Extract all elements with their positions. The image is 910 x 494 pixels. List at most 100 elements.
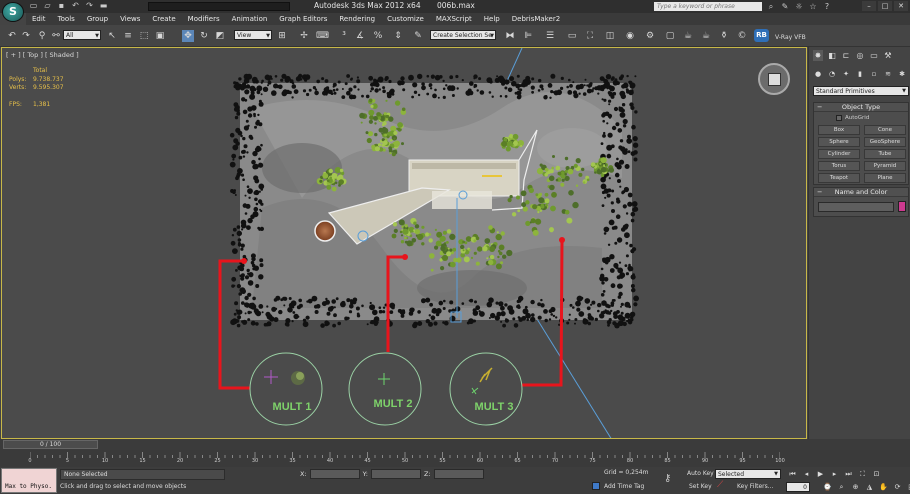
maximize-viewport-icon[interactable]: ◰ bbox=[906, 482, 910, 492]
menu-edit[interactable]: Edit bbox=[26, 13, 52, 25]
communication-icon[interactable]: ☼ bbox=[794, 1, 804, 12]
menu-rendering[interactable]: Rendering bbox=[333, 13, 381, 25]
rb-button[interactable]: RB bbox=[754, 29, 769, 42]
z-field[interactable] bbox=[433, 469, 484, 479]
viewcube-face[interactable] bbox=[768, 73, 781, 86]
object-name-field[interactable] bbox=[818, 202, 894, 212]
schematic-view-icon[interactable]: ◫ bbox=[604, 30, 616, 42]
redo-icon[interactable]: ↷ bbox=[20, 30, 32, 42]
workspace-field[interactable] bbox=[148, 2, 290, 11]
helpers-icon[interactable]: ▫ bbox=[869, 69, 879, 79]
track-bar[interactable]: 0 5 10 15 20 25 30 35 40 45 50 55 60 65 70 75 80 85 90 95 10… bbox=[0, 450, 910, 467]
y-field[interactable] bbox=[370, 469, 421, 479]
reference-coordinate-dropdown[interactable]: View ▼ bbox=[234, 30, 272, 40]
search-input[interactable]: Type a keyword or phrase bbox=[654, 2, 762, 11]
lights-icon[interactable]: ✦ bbox=[841, 69, 851, 79]
render-iterative-icon[interactable]: ☕ bbox=[700, 30, 712, 42]
menu-modifiers[interactable]: Modifiers bbox=[182, 13, 226, 25]
new-file-icon[interactable]: ▭ bbox=[28, 1, 39, 11]
create-tab-icon[interactable]: ✸ bbox=[813, 50, 823, 61]
auto-key-button[interactable]: Auto Key bbox=[687, 470, 714, 477]
keyboard-shortcut-icon[interactable]: ⌨ bbox=[316, 30, 329, 42]
menu-graph-editors[interactable]: Graph Editors bbox=[273, 13, 333, 25]
next-frame-icon[interactable]: ▸ bbox=[829, 469, 840, 479]
display-tab-icon[interactable]: ▭ bbox=[869, 50, 879, 61]
mult-group-3[interactable] bbox=[449, 352, 523, 426]
teapot-render-icon[interactable]: ⚱ bbox=[718, 30, 730, 42]
motion-tab-icon[interactable]: ◎ bbox=[855, 50, 865, 61]
primitive-teapot-button[interactable]: Teapot bbox=[818, 173, 860, 183]
undo-icon[interactable]: ↶ bbox=[6, 30, 18, 42]
space-warps-icon[interactable]: ≋ bbox=[883, 69, 893, 79]
go-to-start-icon[interactable]: ⏮ bbox=[787, 469, 798, 479]
primitive-cone-button[interactable]: Cone bbox=[864, 125, 906, 135]
time-tag-icon[interactable] bbox=[592, 482, 600, 490]
time-config-icon[interactable]: ⌚ bbox=[822, 482, 833, 492]
previous-frame-icon[interactable]: ◂ bbox=[801, 469, 812, 479]
menu-maxscript[interactable]: MAXScript bbox=[430, 13, 478, 25]
autogrid-check[interactable] bbox=[836, 115, 842, 121]
select-manipulate-icon[interactable]: ✢ bbox=[298, 30, 310, 42]
name-color-header[interactable]: − Name and Color bbox=[814, 188, 908, 197]
orbit-icon[interactable]: ⟳ bbox=[892, 482, 903, 492]
rendered-frame-window-icon[interactable]: ▢ bbox=[664, 30, 676, 42]
top-viewport[interactable]: MULT 1 MULT 2 MULT 3 [ + ] [ Top ] [ Sha… bbox=[1, 47, 807, 439]
primitive-pyramid-button[interactable]: Pyramid bbox=[864, 161, 906, 171]
save-file-icon[interactable]: ▪ bbox=[56, 1, 67, 11]
select-by-name-icon[interactable]: ≡ bbox=[122, 30, 134, 42]
mult-group-2[interactable] bbox=[348, 352, 422, 426]
object-color-swatch[interactable] bbox=[898, 201, 906, 212]
material-editor-icon[interactable]: ◉ bbox=[624, 30, 636, 42]
primitive-torus-button[interactable]: Torus bbox=[818, 161, 860, 171]
rectangular-selection-icon[interactable]: ⬚ bbox=[138, 30, 150, 42]
go-to-end-icon[interactable]: ⏭ bbox=[843, 469, 854, 479]
menu-views[interactable]: Views bbox=[114, 13, 146, 25]
mirror-icon[interactable]: ⧓ bbox=[504, 30, 516, 42]
modify-tab-icon[interactable]: ◧ bbox=[827, 50, 837, 61]
angle-snap-icon[interactable]: ∡ bbox=[354, 30, 366, 42]
time-slider-thumb[interactable]: 0 / 100 bbox=[3, 440, 98, 449]
open-file-icon[interactable]: ▱ bbox=[42, 1, 53, 11]
viewport-label-menu[interactable]: [ + ] [ Top ] [ Shaded ] bbox=[6, 51, 79, 59]
primitive-plane-button[interactable]: Plane bbox=[864, 173, 906, 183]
percent-snap-icon[interactable]: % bbox=[372, 30, 384, 42]
shapes-icon[interactable]: ◔ bbox=[827, 69, 837, 79]
set-key-button[interactable]: Set Key bbox=[689, 483, 712, 490]
primitive-type-dropdown[interactable]: Standard Primitives ▼ bbox=[813, 86, 909, 96]
select-object-icon[interactable]: ↖ bbox=[106, 30, 118, 42]
primitive-tube-button[interactable]: Tube bbox=[864, 149, 906, 159]
scene-canvas[interactable]: MULT 1 MULT 2 MULT 3 bbox=[2, 48, 807, 439]
viewcube[interactable] bbox=[758, 63, 790, 95]
autogrid-checkbox[interactable]: AutoGrid bbox=[836, 115, 869, 121]
field-of-view-icon[interactable]: ◮ bbox=[864, 482, 875, 492]
primitive-box-button[interactable]: Box bbox=[818, 125, 860, 135]
align-icon[interactable]: ⊫ bbox=[522, 30, 534, 42]
key-set-dropdown[interactable]: Selected ▼ bbox=[715, 469, 781, 479]
move-icon[interactable]: ✥ bbox=[182, 30, 194, 42]
help-icon[interactable]: ? bbox=[822, 1, 832, 12]
primitive-sphere-button[interactable]: Sphere bbox=[818, 137, 860, 147]
menu-animation[interactable]: Animation bbox=[226, 13, 274, 25]
key-icon[interactable]: ⚷ bbox=[664, 473, 671, 484]
primitive-cylinder-button[interactable]: Cylinder bbox=[818, 149, 860, 159]
subscription-icon[interactable]: ✎ bbox=[780, 1, 790, 12]
pivot-center-icon[interactable]: ⊞ bbox=[276, 30, 288, 42]
utilities-tab-icon[interactable]: ⚒ bbox=[883, 50, 893, 61]
project-folder-icon[interactable]: ▬ bbox=[98, 1, 109, 11]
layer-manager-icon[interactable]: ☰ bbox=[544, 30, 556, 42]
rotate-icon[interactable]: ↻ bbox=[198, 30, 210, 42]
edit-named-selection-icon[interactable]: ✎ bbox=[412, 30, 424, 42]
primitive-geosphere-button[interactable]: GeoSphere bbox=[864, 137, 906, 147]
c-tool-icon[interactable]: © bbox=[736, 30, 748, 42]
zoom-icon[interactable]: ⌕ bbox=[836, 482, 847, 492]
unlink-icon[interactable]: ⚯ bbox=[50, 30, 62, 42]
current-frame-field[interactable]: 0 bbox=[786, 482, 810, 492]
search-icon[interactable]: ⌕ bbox=[766, 1, 776, 12]
selection-filter-dropdown[interactable]: All ▼ bbox=[63, 30, 101, 40]
menu-debrismaker2[interactable]: DebrisMaker2 bbox=[506, 13, 566, 25]
curve-editor-icon[interactable]: ⛶ bbox=[584, 30, 596, 42]
snaps-toggle-icon[interactable]: ³ bbox=[338, 30, 350, 42]
spinner-snap-icon[interactable]: ⇕ bbox=[392, 30, 404, 42]
menu-create[interactable]: Create bbox=[146, 13, 181, 25]
object-type-header[interactable]: − Object Type bbox=[814, 103, 908, 112]
